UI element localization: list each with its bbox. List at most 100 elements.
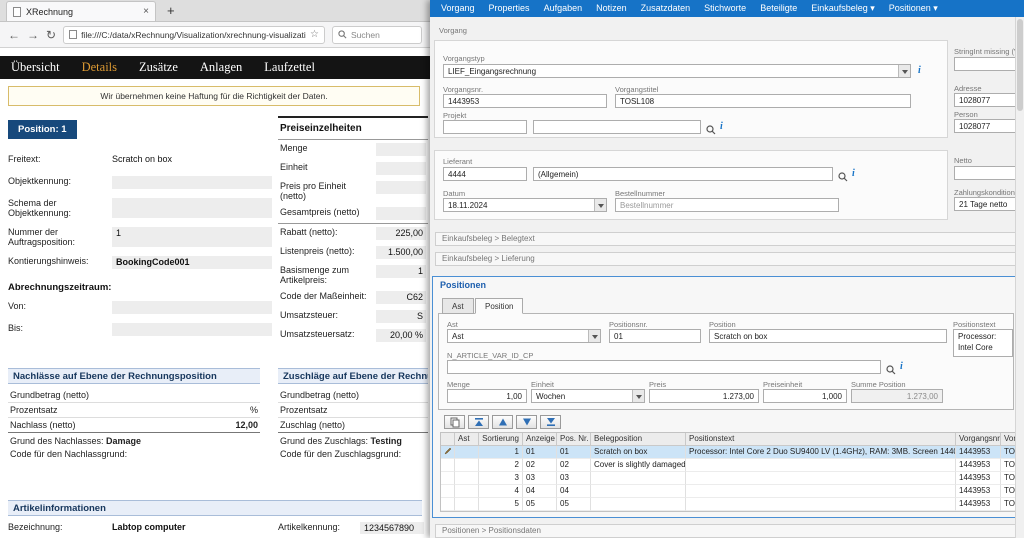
- collapsed-section-belegtext[interactable]: Einkaufsbeleg > Belegtext: [435, 232, 1024, 246]
- table-header-belegposition[interactable]: Belegposition: [591, 433, 686, 446]
- nav-tab-anlagen[interactable]: Anlagen: [189, 60, 253, 75]
- menu-vorgang[interactable]: Vorgang: [434, 0, 482, 17]
- menu-properties[interactable]: Properties: [482, 0, 537, 17]
- adresse-field[interactable]: 1028077: [954, 93, 1024, 107]
- zahlungskondition-field[interactable]: 21 Tage netto: [954, 197, 1024, 211]
- lieferant-name-field[interactable]: (Allgemein): [533, 167, 833, 181]
- artikelkennung-value: 1234567890: [360, 522, 424, 534]
- browser-tabbar: XRechnung × +: [0, 0, 430, 22]
- preiseinheit-field[interactable]: 1,000: [763, 389, 847, 403]
- abrechnungszeitraum-rows: Von:Bis:: [8, 301, 272, 336]
- table-row[interactable]: 303031443953TOSL108: [441, 472, 1016, 485]
- table-header-vorgangstitel[interactable]: Vorgangstitel: [1001, 433, 1016, 446]
- person-field[interactable]: 1028077: [954, 119, 1024, 133]
- vertical-scrollbar[interactable]: [1015, 17, 1024, 538]
- chevron-down-icon[interactable]: [632, 390, 644, 402]
- position-field[interactable]: Scratch on box: [709, 329, 947, 343]
- menu-notizen[interactable]: Notizen: [589, 0, 634, 17]
- move-first-icon[interactable]: [468, 415, 489, 429]
- vorgangstitel-field[interactable]: TOSL108: [615, 94, 911, 108]
- table-cell: 03: [523, 472, 557, 485]
- summe-position-field: 1.273,00: [851, 389, 943, 403]
- projekt-name-field[interactable]: [533, 120, 701, 134]
- chevron-down-icon[interactable]: [588, 330, 600, 342]
- search-input[interactable]: Suchen: [332, 26, 422, 44]
- copy-icon[interactable]: [444, 415, 465, 429]
- nav-tab-details[interactable]: Details: [71, 60, 128, 75]
- price-label: Umsatzsteuersatz:: [280, 329, 372, 339]
- collapsed-section-lieferung[interactable]: Einkaufsbeleg > Lieferung: [435, 252, 1024, 266]
- info-icon[interactable]: i: [918, 65, 921, 77]
- table-header-positionstext[interactable]: Positionstext: [686, 433, 956, 446]
- stringint-field[interactable]: [954, 57, 1024, 71]
- table-header-edit[interactable]: [441, 433, 455, 446]
- tab-close-icon[interactable]: ×: [143, 6, 149, 17]
- menge-field[interactable]: 1,00: [447, 389, 527, 403]
- projekt-nr-field[interactable]: [443, 120, 527, 134]
- lookup-icon[interactable]: [886, 362, 896, 372]
- summe-position-label: Summe Position: [851, 380, 906, 389]
- position-header: Position: 1: [8, 120, 77, 139]
- datum-field[interactable]: 18.11.2024: [443, 198, 607, 212]
- table-header-vorgangsnr-[interactable]: Vorgangsnr.: [956, 433, 1001, 446]
- table-row[interactable]: 404041443953TOSL108: [441, 485, 1016, 498]
- url-input[interactable]: file:///C:/data/xRechnung/Visualization/…: [63, 26, 325, 44]
- move-down-icon[interactable]: [516, 415, 537, 429]
- table-header-sortierung[interactable]: Sortierung: [479, 433, 523, 446]
- chevron-down-icon[interactable]: [898, 65, 910, 77]
- menu-stichworte[interactable]: Stichworte: [697, 0, 753, 17]
- positionsnr-field[interactable]: 01: [609, 329, 701, 343]
- table-row[interactable]: 10101Scratch on boxProcessor: Intel Core…: [441, 446, 1016, 459]
- table-header-anzeige[interactable]: Anzeige: [523, 433, 557, 446]
- nav-tab-zusätze[interactable]: Zusätze: [128, 60, 189, 75]
- move-last-icon[interactable]: [540, 415, 561, 429]
- tab-ast[interactable]: Ast: [442, 298, 474, 314]
- bookmark-star-icon[interactable]: ☆: [310, 29, 319, 40]
- field-value: [112, 198, 272, 218]
- table-header-ast[interactable]: Ast: [455, 433, 479, 446]
- table-header-pos-nr-[interactable]: Pos. Nr.: [557, 433, 591, 446]
- ast-select[interactable]: Ast: [447, 329, 601, 343]
- browser-tab[interactable]: XRechnung ×: [6, 1, 156, 21]
- vorgangstyp-select[interactable]: LIEF_Eingangsrechnung: [443, 64, 911, 78]
- new-tab-button[interactable]: +: [162, 1, 180, 21]
- table-cell: 01: [523, 446, 557, 459]
- einheit-select[interactable]: Wochen: [531, 389, 645, 403]
- move-up-icon[interactable]: [492, 415, 513, 429]
- bestellnummer-field[interactable]: Bestellnummer: [615, 198, 839, 212]
- search-placeholder: Suchen: [351, 30, 380, 40]
- menu-beteiligte[interactable]: Beteiligte: [753, 0, 804, 17]
- menu-aufgaben[interactable]: Aufgaben: [537, 0, 590, 17]
- reload-icon[interactable]: ↻: [46, 29, 56, 41]
- menu-einkaufsbeleg[interactable]: Einkaufsbeleg ▾: [804, 0, 882, 17]
- lieferant-nr-field[interactable]: 4444: [443, 167, 527, 181]
- netto-field[interactable]: [954, 166, 1024, 180]
- scrollbar-thumb[interactable]: [1017, 19, 1023, 111]
- vorgangsnr-field[interactable]: 1443953: [443, 94, 607, 108]
- lookup-icon[interactable]: [706, 122, 716, 132]
- positionstext-field[interactable]: Processor: Intel Core: [953, 329, 1013, 357]
- nav-tab-laufzettel[interactable]: Laufzettel: [253, 60, 326, 75]
- info-icon[interactable]: i: [900, 361, 903, 373]
- lookup-icon[interactable]: [838, 169, 848, 179]
- adjustment-row: Nachlass (netto)12,00: [8, 418, 260, 433]
- back-icon[interactable]: ←: [8, 29, 20, 41]
- row-edit-cell: [441, 498, 455, 511]
- info-icon[interactable]: i: [852, 168, 855, 180]
- menu-positionen[interactable]: Positionen ▾: [882, 0, 945, 17]
- table-row[interactable]: 20202Cover is slightly damaged.1443953TO…: [441, 459, 1016, 472]
- vorgang-section-title: Vorgang: [439, 26, 467, 35]
- nav-tab-übersicht[interactable]: Übersicht: [0, 60, 71, 75]
- preis-field[interactable]: 1.273,00: [649, 389, 759, 403]
- tab-position[interactable]: Position: [475, 298, 523, 314]
- info-icon[interactable]: i: [720, 121, 723, 133]
- menu-zusatzdaten[interactable]: Zusatzdaten: [634, 0, 698, 17]
- bezeichnung-value: Labtop computer: [112, 522, 186, 532]
- table-row[interactable]: 505051443953TOSL108: [441, 498, 1016, 511]
- collapsed-section-positionsdaten[interactable]: Positionen > Positionsdaten: [435, 524, 1024, 538]
- price-label: Code der Maßeinheit:: [280, 291, 372, 301]
- article-var-field[interactable]: [447, 360, 881, 374]
- chevron-down-icon[interactable]: [594, 199, 606, 211]
- page-icon: [69, 30, 77, 39]
- forward-icon[interactable]: →: [27, 29, 39, 41]
